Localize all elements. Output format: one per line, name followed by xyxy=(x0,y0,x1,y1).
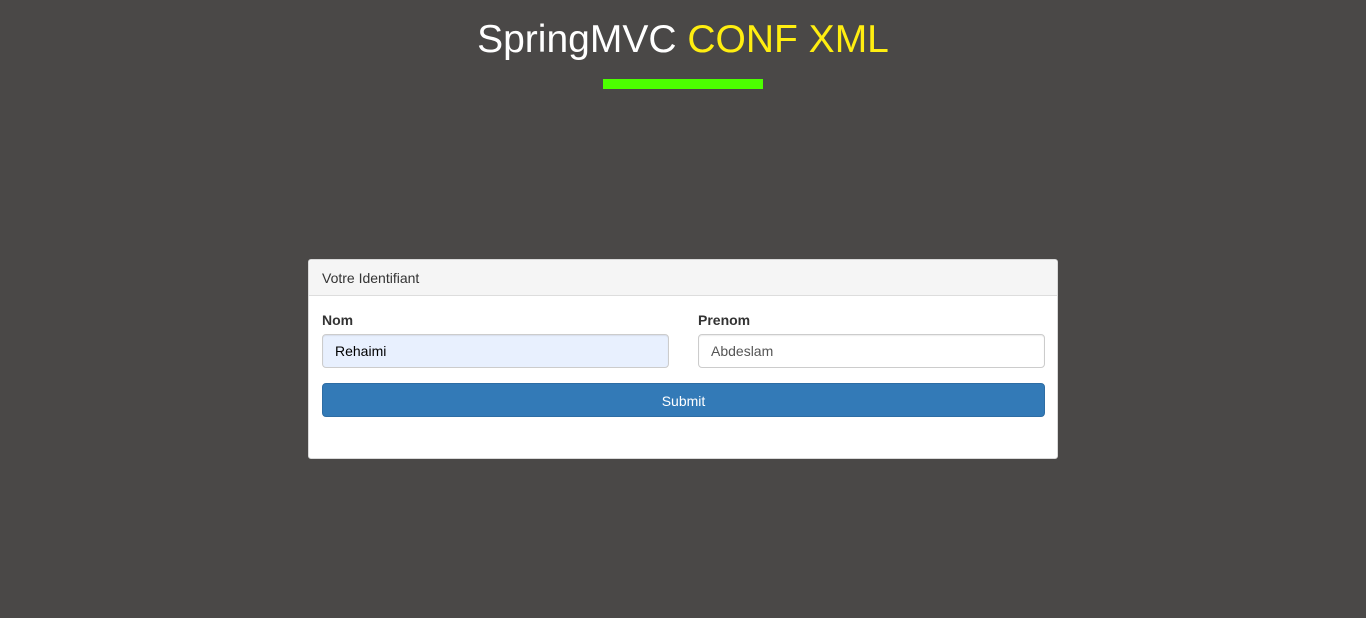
prenom-input[interactable] xyxy=(698,334,1045,368)
title-underline-bar xyxy=(603,79,763,89)
panel-heading: Votre Identifiant xyxy=(309,260,1057,296)
submit-button[interactable]: Submit xyxy=(322,383,1045,417)
prenom-field-group: Prenom xyxy=(698,311,1045,368)
page-title: SpringMVC CONF XML xyxy=(0,18,1366,62)
nom-field-group: Nom xyxy=(322,311,669,368)
title-primary: SpringMVC xyxy=(477,18,677,61)
title-accent: CONF XML xyxy=(687,18,889,61)
identifier-panel: Votre Identifiant Nom Prenom Submit xyxy=(308,259,1058,459)
prenom-label: Prenom xyxy=(698,312,751,328)
nom-label: Nom xyxy=(322,312,354,328)
page-header: SpringMVC CONF XML xyxy=(0,18,1366,62)
nom-input[interactable] xyxy=(322,334,669,368)
